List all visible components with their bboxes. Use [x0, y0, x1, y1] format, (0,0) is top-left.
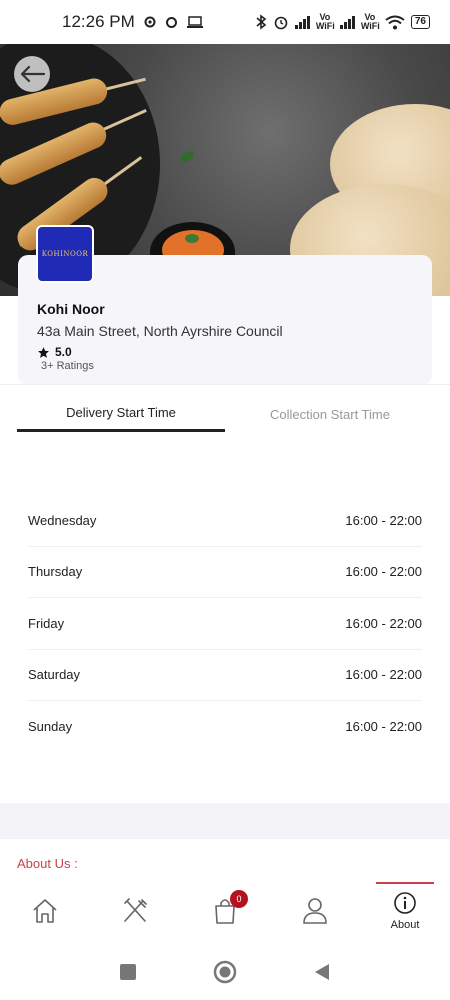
hours-row: Wednesday 16:00 - 22:00: [28, 495, 422, 547]
profile-icon: [303, 898, 327, 924]
home-icon: [33, 899, 57, 923]
hours-time: 16:00 - 22:00: [345, 512, 422, 528]
signal-icon: [294, 15, 310, 29]
logo-wordmark: KOHINOOR: [41, 250, 89, 258]
hours-time: 16:00 - 22:00: [345, 615, 422, 631]
hours-row: Thursday 16:00 - 22:00: [28, 547, 422, 598]
battery-indicator: 76: [410, 15, 430, 29]
nav-label-about: About: [390, 919, 420, 931]
wifi-icon: [385, 15, 405, 29]
sync-icon: [165, 16, 177, 28]
home-button-icon[interactable]: [213, 960, 237, 984]
hours-time: 16:00 - 22:00: [345, 564, 422, 580]
rating-value: 5.0: [55, 345, 72, 359]
section-separator: [0, 803, 450, 839]
menu-icon: [124, 898, 147, 922]
about-us-heading: About Us :: [17, 856, 78, 871]
signal-icon-2: [339, 15, 355, 29]
nav-item-home[interactable]: [0, 882, 90, 940]
vowifi-label-2: Vo WiFi: [360, 12, 380, 31]
status-bar: 12:26 PM Vo WiFi Vo WiFi 76: [0, 0, 450, 44]
nav-item-profile[interactable]: [270, 882, 360, 940]
arrow-left-icon: [20, 65, 45, 83]
hours-day: Wednesday: [28, 512, 97, 528]
bluetooth-icon: [256, 14, 267, 30]
alarm-icon: [274, 16, 288, 30]
restaurant-name: Kohi Noor: [37, 301, 105, 317]
system-navigation-bar: [0, 944, 450, 1000]
status-right: Vo WiFi Vo WiFi 76: [255, 13, 430, 31]
hours-row: Saturday 16:00 - 22:00: [28, 650, 422, 701]
hours-time: 16:00 - 22:00: [345, 719, 422, 735]
hours-time: 16:00 - 22:00: [345, 667, 422, 683]
star-icon: [38, 346, 49, 358]
hours-row: Friday 16:00 - 22:00: [28, 598, 422, 650]
timing-tabs: Delivery Start Time Collection Start Tim…: [0, 396, 450, 436]
status-time: 12:26 PM: [62, 12, 135, 31]
divider: [0, 384, 450, 385]
settings-icon: [144, 16, 156, 28]
tab-delivery-start-time[interactable]: Delivery Start Time: [17, 396, 225, 432]
info-icon: [394, 892, 416, 914]
status-left: 12:26 PM: [62, 12, 204, 32]
hours-row: Sunday 16:00 - 22:00: [28, 701, 422, 753]
nav-item-about[interactable]: About: [360, 882, 450, 940]
back-button[interactable]: [14, 56, 50, 92]
hours-day: Friday: [28, 615, 65, 631]
nav-item-menu[interactable]: [90, 882, 180, 940]
back-nav-icon[interactable]: [313, 963, 331, 981]
recent-apps-icon[interactable]: [119, 963, 137, 981]
nav-item-cart[interactable]: 0: [180, 882, 270, 940]
restaurant-logo: KOHINOOR: [36, 225, 94, 283]
vowifi-label-1: Vo WiFi: [315, 12, 335, 31]
tab-collection-start-time[interactable]: Collection Start Time: [230, 396, 430, 432]
cart-badge: 0: [230, 890, 248, 908]
bottom-navigation: 0 About: [0, 882, 450, 940]
hours-day: Sunday: [28, 719, 73, 735]
rating-count: 3+ Ratings: [41, 360, 94, 372]
rating: 5.0: [37, 345, 72, 359]
hours-day: Saturday: [28, 667, 81, 683]
opening-hours-list: Wednesday 16:00 - 22:00 Thursday 16:00 -…: [28, 495, 422, 753]
laptop-icon: [186, 15, 203, 28]
hours-day: Thursday: [28, 564, 83, 580]
restaurant-address: 43a Main Street, North Ayrshire Council: [37, 323, 283, 339]
